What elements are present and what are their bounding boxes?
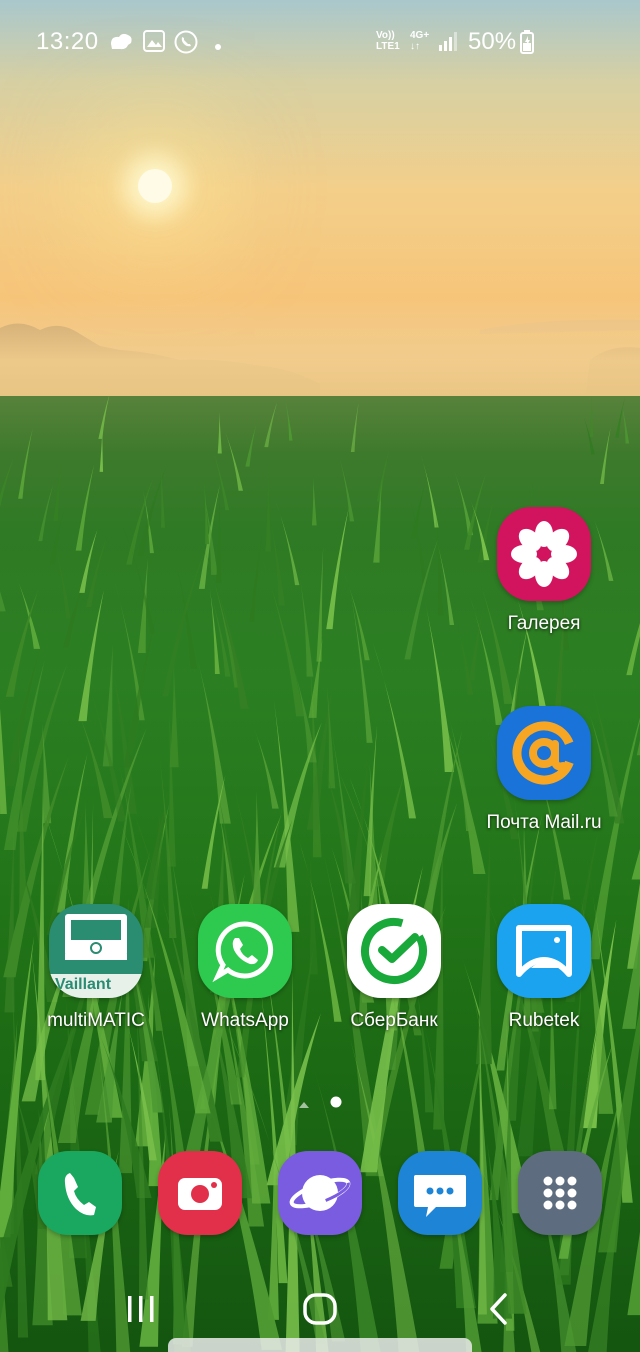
- grass-blade: [308, 638, 323, 718]
- volte-indicator: Vo)) LTE1: [376, 30, 400, 52]
- recent-apps-icon[interactable]: [124, 1294, 158, 1329]
- weather-icon: [108, 30, 134, 59]
- grass-blade: [245, 424, 257, 467]
- app-gallery[interactable]: Галерея: [469, 507, 619, 635]
- app-label: Галерея: [507, 613, 581, 634]
- grass-blade: [0, 457, 14, 509]
- grass-blade: [75, 464, 95, 551]
- grass-blade: [589, 396, 594, 437]
- mist: [0, 300, 640, 410]
- rubetek-icon: [497, 904, 591, 998]
- gesture-handle[interactable]: [168, 1338, 472, 1352]
- grass-blade: [423, 730, 463, 919]
- navigation-bar: [0, 1280, 640, 1340]
- grass-blade: [98, 396, 110, 439]
- grass-blade: [0, 591, 6, 612]
- app-label: WhatsApp: [201, 1010, 289, 1031]
- grass-blade: [372, 641, 417, 819]
- grass-blade: [202, 543, 240, 688]
- grass-blade: [311, 477, 317, 526]
- grass-blade: [600, 427, 611, 485]
- app-label: multiMATIC: [47, 1010, 145, 1031]
- grass-blade: [203, 480, 210, 545]
- vaillant-logo: Vaillant: [55, 976, 112, 993]
- wallpaper: [0, 0, 640, 1352]
- grass-blade: [4, 824, 15, 1013]
- grass-blade: [371, 772, 405, 887]
- grass-blade: [273, 699, 300, 932]
- signal-icon: [438, 30, 460, 57]
- grass-blade: [265, 462, 271, 552]
- multimatic-icon: Vaillant: [49, 904, 143, 998]
- page-indicator: [298, 1096, 344, 1115]
- app-rubetek[interactable]: Rubetek: [469, 904, 619, 1032]
- status-bar: 13:20 Vo)) LTE1 4G+ ↓↑ 50%: [0, 0, 640, 84]
- grass-blade: [209, 587, 220, 675]
- app-label: Почта Mail.ru: [486, 812, 602, 833]
- camera-icon: [158, 1151, 242, 1235]
- clock: 13:20: [36, 28, 99, 55]
- call-notification-icon: [174, 30, 198, 59]
- grass-blade: [424, 600, 455, 773]
- sberbank-icon: [347, 904, 441, 998]
- battery-percent: 50%: [468, 28, 517, 55]
- grass-blade: [162, 545, 207, 697]
- back-icon[interactable]: [486, 1292, 512, 1331]
- grass-blade: [222, 424, 244, 491]
- app-label: СберБанк: [350, 1010, 438, 1031]
- grass-blade: [216, 493, 222, 583]
- gallery-notification-icon: [143, 30, 165, 57]
- dock-apps[interactable]: [485, 1151, 635, 1235]
- grass-blade: [631, 848, 640, 880]
- grass-blade: [86, 537, 107, 608]
- grass-blade: [284, 398, 293, 441]
- battery-icon: [520, 30, 534, 59]
- more-dot-icon: [214, 38, 222, 56]
- grass-blade: [160, 465, 166, 528]
- grass-blade: [376, 449, 390, 502]
- app-label: Rubetek: [508, 1010, 580, 1031]
- apps-grid-icon: [518, 1151, 602, 1235]
- network-type-indicator: 4G+ ↓↑: [410, 30, 430, 52]
- current-page-dot: [330, 1096, 342, 1108]
- grass-blade: [217, 411, 222, 454]
- grass-blade: [316, 546, 324, 662]
- grass-blade: [326, 507, 349, 630]
- planet-icon: [278, 1151, 362, 1235]
- grass-blade: [53, 463, 62, 521]
- grass-blade: [350, 402, 359, 453]
- gallery-icon: [497, 507, 591, 601]
- whatsapp-icon: [198, 904, 292, 998]
- phone-icon: [38, 1151, 122, 1235]
- grass-blade: [249, 535, 263, 622]
- grass-blade: [326, 682, 336, 789]
- grass-blade: [197, 658, 231, 824]
- grass-blade: [18, 427, 33, 499]
- message-icon: [398, 1151, 482, 1235]
- mail-at-icon: [497, 706, 591, 800]
- grass-blade: [38, 484, 54, 542]
- grass-blade: [299, 577, 314, 677]
- app-sberbank[interactable]: СберБанк: [319, 904, 469, 1032]
- app-multimatic[interactable]: Vaillant multiMATIC: [21, 904, 171, 1032]
- grass-blade: [264, 402, 278, 448]
- grass-blade: [615, 398, 625, 438]
- grass-blade: [348, 579, 373, 743]
- grass-blade: [343, 571, 370, 661]
- home-page-dot-icon: [299, 1102, 309, 1108]
- grass-blade: [251, 721, 279, 809]
- grass-blade: [626, 622, 640, 676]
- grass-blade: [78, 590, 104, 722]
- home-icon[interactable]: [302, 1292, 338, 1331]
- grass-blade: [15, 574, 41, 649]
- app-whatsapp[interactable]: WhatsApp: [170, 904, 320, 1032]
- grass-blade: [270, 519, 286, 606]
- grass-blade: [175, 563, 198, 669]
- sun: [138, 169, 172, 203]
- grass-blade: [337, 452, 355, 522]
- app-mail-ru[interactable]: Почта Mail.ru: [469, 706, 619, 834]
